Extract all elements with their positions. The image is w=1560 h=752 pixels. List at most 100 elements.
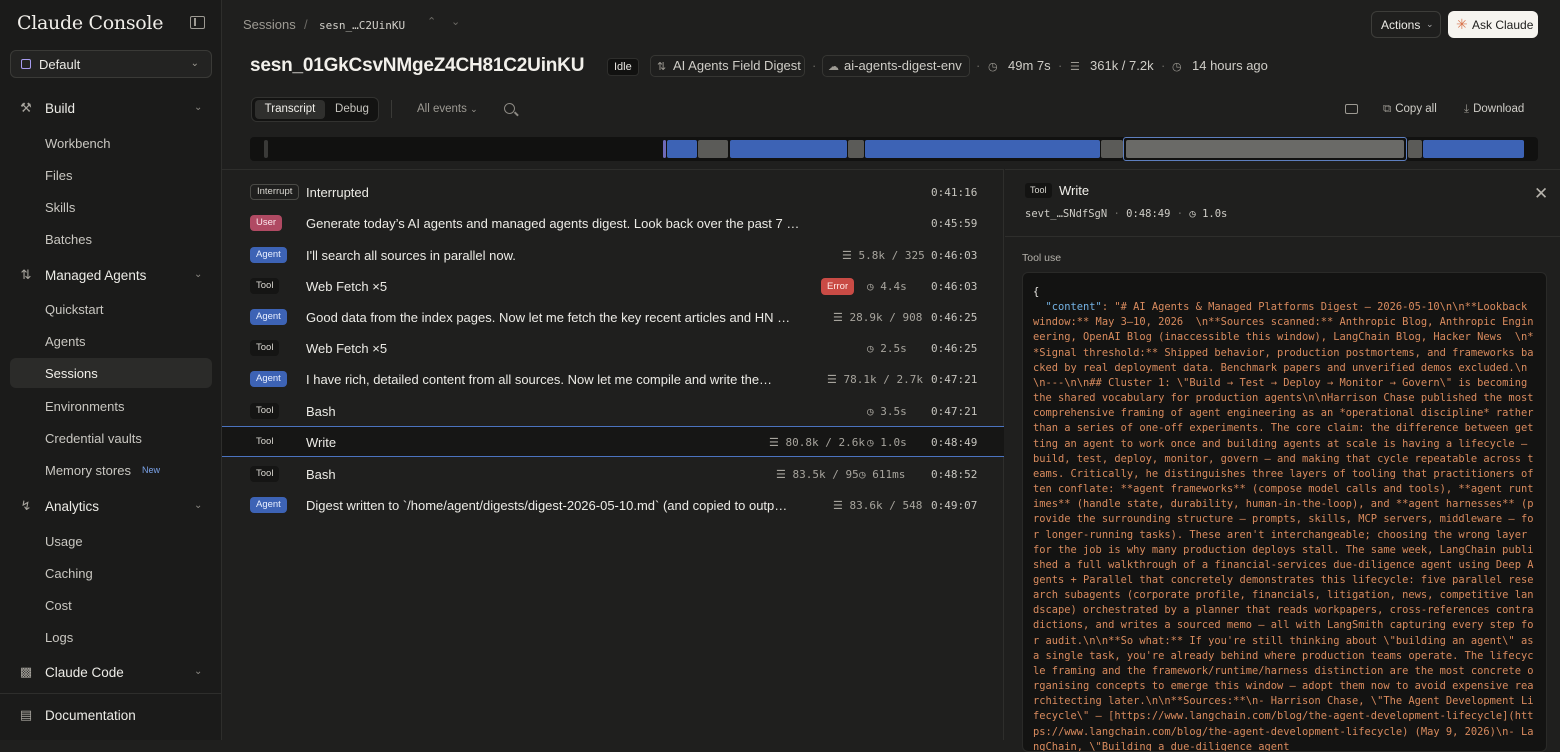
toolbar-divider xyxy=(391,100,392,118)
event-row[interactable]: Interrupt Interrupted 0:41:16 xyxy=(222,177,1004,208)
sidebar-item-cost[interactable]: Cost xyxy=(10,590,212,620)
sidebar-item-sessions[interactable]: Sessions xyxy=(10,358,212,388)
agent-name: AI Agents Field Digest xyxy=(673,58,801,73)
event-time: 0:46:03 xyxy=(931,280,978,293)
nav-section-build[interactable]: ⚒ Build ⌄ xyxy=(0,95,222,123)
sidebar-item-agents[interactable]: Agents xyxy=(10,326,212,356)
workspace-selector[interactable]: Default ⌄ xyxy=(10,50,212,78)
timer-icon: ◷ xyxy=(859,468,873,481)
detail-meta: sevt_…SNdfSgN · 0:48:49 · ◷ 1.0s xyxy=(1025,208,1227,220)
sidebar-item-quickstart[interactable]: Quickstart xyxy=(10,294,212,324)
timeline-segment[interactable] xyxy=(1423,140,1524,158)
event-tokens: ☰ 83.6k / 548 xyxy=(833,499,922,512)
event-row[interactable]: Agent I have rich, detailed content from… xyxy=(222,364,1004,395)
sidebar-item-label: Logs xyxy=(45,630,74,645)
sidebar-item-label: Credential vaults xyxy=(45,431,142,446)
sidebar-item-label: Files xyxy=(45,168,73,183)
tool-use-code-block[interactable]: { "content": "# AI Agents & Managed Plat… xyxy=(1022,272,1547,752)
tab-debug[interactable]: Debug xyxy=(327,100,377,119)
sidebar-item-environments[interactable]: Environments xyxy=(10,391,212,421)
timeline-segment[interactable] xyxy=(663,140,666,158)
sidebar-item-logs[interactable]: Logs xyxy=(10,622,212,652)
timeline-selection[interactable] xyxy=(1123,137,1407,161)
sidebar-item-memory-stores[interactable]: Memory stores New xyxy=(10,455,212,485)
nav-section-claude-code[interactable]: ▩ Claude Code ⌄ xyxy=(0,659,222,687)
event-row[interactable]: Tool Web Fetch ×5 ◷ 2.5s 0:46:25 xyxy=(222,333,1004,364)
brand-logo[interactable]: Claude Console xyxy=(17,12,163,34)
event-time: 0:49:07 xyxy=(931,499,978,512)
timeline-segment[interactable] xyxy=(667,140,697,158)
event-tokens: ☰ 80.8k / 2.6k xyxy=(769,436,865,449)
tokens-icon: ☰ xyxy=(776,468,793,481)
actions-label: Actions xyxy=(1381,18,1421,32)
sidebar-item-label: Usage xyxy=(45,534,83,549)
event-time: 0:41:16 xyxy=(931,186,978,199)
sidebar-item-batches[interactable]: Batches xyxy=(10,224,212,254)
download-button[interactable]: ⤓ Download xyxy=(1464,103,1524,116)
actions-button[interactable]: Actions ⌄ xyxy=(1371,11,1441,38)
search-icon[interactable] xyxy=(504,103,515,114)
event-text: Digest written to `/home/agent/digests/d… xyxy=(306,498,788,513)
event-time: 0:48:49 xyxy=(931,436,978,449)
ask-claude-button[interactable]: ✳ Ask Claude xyxy=(1448,11,1538,38)
event-row[interactable]: User Generate today’s AI agents and mana… xyxy=(222,208,1004,239)
sidebar-item-usage[interactable]: Usage xyxy=(10,526,212,556)
timeline-segment[interactable] xyxy=(698,140,728,158)
sidebar-item-workbench[interactable]: Workbench xyxy=(10,128,212,158)
nav-section-label: Build xyxy=(45,101,76,116)
event-tag: Tool xyxy=(250,340,280,356)
event-row[interactable]: Tool Web Fetch ×5 Error ◷ 4.4s 0:46:03 xyxy=(222,271,1004,302)
event-text: Interrupted xyxy=(306,185,369,200)
cloud-icon: ☁ xyxy=(828,61,839,73)
event-duration-value: 1.0s xyxy=(880,436,907,449)
sidebar-collapse-icon[interactable] xyxy=(190,16,205,29)
timeline-segment[interactable] xyxy=(848,140,864,158)
view-tabs: Transcript Debug xyxy=(251,97,379,122)
chevron-down-icon[interactable]: ⌄ xyxy=(451,15,460,28)
event-duration-value: 2.5s xyxy=(880,342,907,355)
meta-separator: · xyxy=(1113,208,1127,220)
copy-all-button[interactable]: ⧉ Copy all xyxy=(1383,103,1437,116)
chevron-down-icon: ⌄ xyxy=(194,102,203,113)
nav-section-managed-agents[interactable]: ⇅ Managed Agents ⌄ xyxy=(0,262,222,290)
chevron-down-icon: ⌄ xyxy=(194,500,203,511)
breadcrumb-sessions[interactable]: Sessions xyxy=(243,17,296,32)
close-icon[interactable]: ✕ xyxy=(1534,184,1548,204)
timeline-segment[interactable] xyxy=(264,140,268,158)
sidebar-item-caching[interactable]: Caching xyxy=(10,558,212,588)
keyboard-icon[interactable] xyxy=(1345,104,1358,114)
event-row[interactable]: Agent Digest written to `/home/agent/dig… xyxy=(222,490,1004,521)
status-badge: Idle xyxy=(607,58,639,76)
timeline-segment[interactable] xyxy=(1101,140,1123,158)
chevron-down-icon: ⌄ xyxy=(470,104,478,114)
event-filter-dropdown[interactable]: All events ⌄ xyxy=(417,103,478,115)
event-tokens-value: 83.5k / 95 xyxy=(792,468,859,481)
timer-icon: ◷ xyxy=(867,342,881,355)
sidebar-item-label: Batches xyxy=(45,232,92,247)
timeline-segment[interactable] xyxy=(865,140,1100,158)
tool-use-json: { "content": "# AI Agents & Managed Plat… xyxy=(1033,285,1539,751)
event-row[interactable]: Tool Bash ◷ 3.5s 0:47:21 xyxy=(222,396,1004,427)
sidebar-item-label: Quickstart xyxy=(45,302,104,317)
event-text: Bash xyxy=(306,467,336,482)
session-timeline[interactable] xyxy=(250,137,1538,161)
event-list: Interrupt Interrupted 0:41:16 User Gener… xyxy=(222,169,1004,740)
event-tag: Tool xyxy=(250,278,280,294)
chevron-up-icon[interactable]: ⌃ xyxy=(427,15,436,28)
timeline-segment[interactable] xyxy=(730,140,847,158)
event-row[interactable]: Tool Bash ☰ 83.5k / 95 ◷ 611ms 0:48:52 xyxy=(222,459,1004,490)
sidebar-item-documentation[interactable]: ▤ Documentation xyxy=(0,702,222,730)
event-row[interactable]: Agent I'll search all sources in paralle… xyxy=(222,240,1004,271)
timeline-segment[interactable] xyxy=(1408,140,1422,158)
event-row[interactable]: Agent Good data from the index pages. No… xyxy=(222,302,1004,333)
event-row-selected[interactable]: Tool Write ☰ 80.8k / 2.6k ◷ 1.0s 0:48:49 xyxy=(222,426,1004,457)
detail-tag: Tool xyxy=(1025,183,1052,198)
event-text: Good data from the index pages. Now let … xyxy=(306,310,791,325)
new-badge: New xyxy=(142,465,161,475)
sidebar-item-credential-vaults[interactable]: Credential vaults xyxy=(10,423,212,453)
tab-transcript[interactable]: Transcript xyxy=(255,100,325,119)
nav-section-analytics[interactable]: ↯ Analytics ⌄ xyxy=(0,493,222,521)
sidebar-item-skills[interactable]: Skills xyxy=(10,192,212,222)
sidebar-item-files[interactable]: Files xyxy=(10,160,212,190)
chevron-down-icon: ⌄ xyxy=(194,666,203,677)
